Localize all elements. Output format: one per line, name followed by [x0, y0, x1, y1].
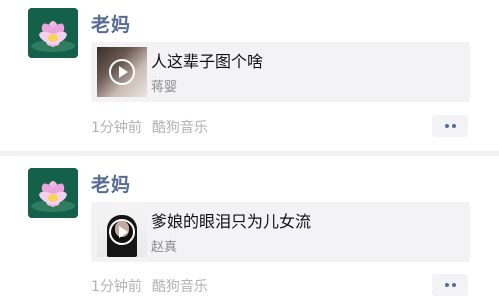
post-meta: 1分钟前 酷狗音乐	[91, 117, 208, 137]
song-artist: 赵真	[151, 240, 178, 255]
music-card[interactable]: 爹娘的眼泪只为儿女流 赵真	[91, 202, 470, 262]
play-icon[interactable]	[109, 59, 135, 85]
more-dots-icon	[445, 124, 449, 128]
play-icon[interactable]	[109, 219, 135, 245]
post-meta: 1分钟前 酷狗音乐	[91, 276, 208, 296]
post-source[interactable]: 酷狗音乐	[152, 279, 208, 295]
more-button[interactable]	[432, 274, 468, 296]
moment-post: 老妈 人这辈子图个啥 蒋婴 1分钟前 酷狗音乐	[0, 0, 499, 151]
nickname[interactable]: 老妈	[91, 170, 131, 197]
lotus-icon	[28, 168, 78, 218]
song-cover	[97, 47, 147, 97]
post-time: 1分钟前	[91, 120, 142, 136]
song-title: 爹娘的眼泪只为儿女流	[151, 212, 312, 231]
avatar[interactable]	[28, 8, 78, 58]
more-button[interactable]	[432, 115, 468, 137]
song-artist: 蒋婴	[151, 80, 178, 95]
moment-post: 老妈 爹娘的眼泪只为儿女流 赵真 1分钟前 酷狗音乐	[0, 156, 499, 300]
song-cover	[97, 207, 147, 257]
post-source[interactable]: 酷狗音乐	[152, 120, 208, 136]
more-dots-icon	[445, 283, 449, 287]
more-dots-icon	[452, 283, 456, 287]
nickname[interactable]: 老妈	[91, 10, 131, 37]
more-dots-icon	[452, 124, 456, 128]
lotus-icon	[28, 8, 78, 58]
song-title: 人这辈子图个啥	[151, 52, 264, 71]
avatar[interactable]	[28, 168, 78, 218]
music-card[interactable]: 人这辈子图个啥 蒋婴	[91, 42, 470, 102]
post-time: 1分钟前	[91, 279, 142, 295]
